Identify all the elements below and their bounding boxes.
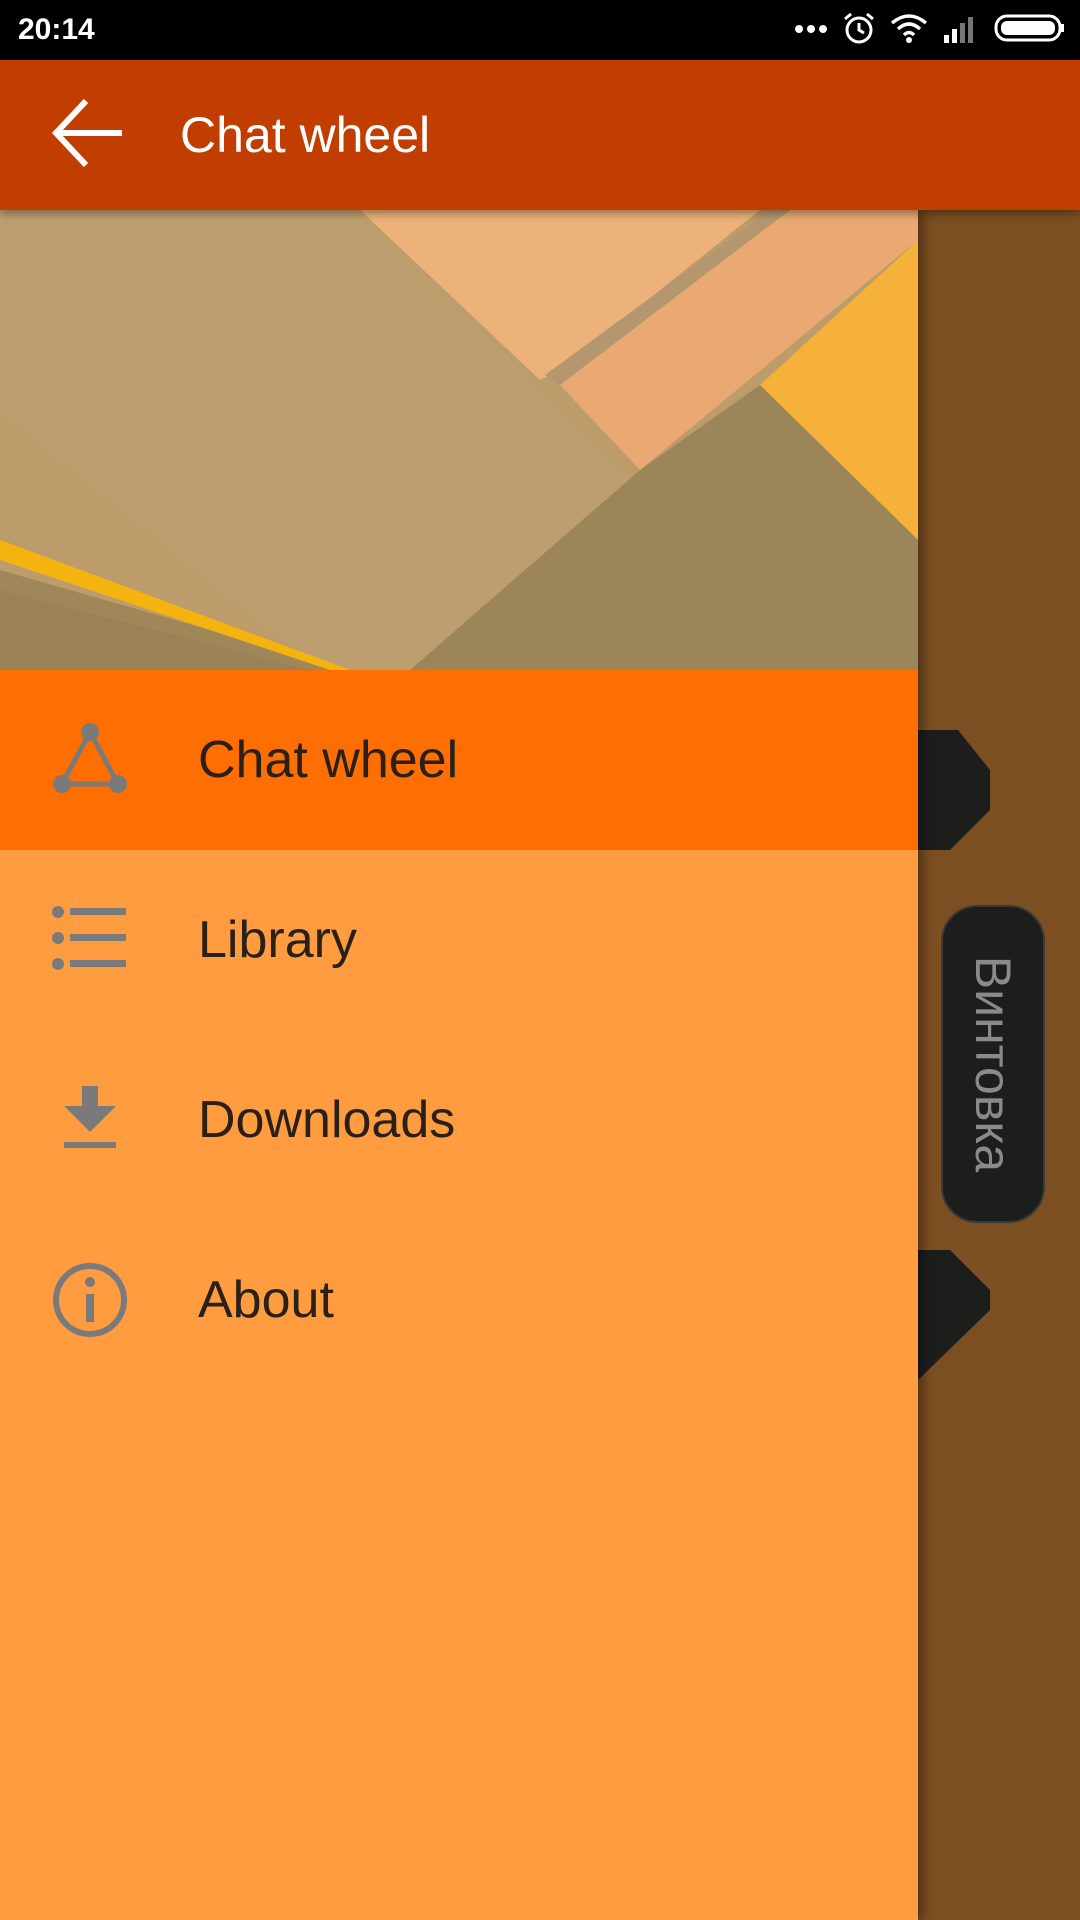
- alarm-icon: [842, 11, 876, 50]
- battery-icon: [994, 13, 1066, 48]
- arrow-back-icon: [48, 93, 128, 178]
- info-icon: [50, 1260, 130, 1340]
- status-time: 20:14: [18, 13, 95, 46]
- status-bar: 20:14: [0, 0, 1080, 60]
- back-button[interactable]: [38, 97, 138, 173]
- list-icon: [50, 900, 130, 980]
- navigation-drawer: Chat wheel Library Downloads About: [0, 210, 918, 1920]
- app-title: Chat wheel: [180, 107, 431, 163]
- menu-item-label: Downloads: [198, 1091, 456, 1149]
- drawer-header-image: [0, 210, 918, 670]
- app-bar: Chat wheel: [0, 60, 1080, 210]
- background-tab[interactable]: Винтовка: [941, 905, 1045, 1223]
- menu-item-label: About: [198, 1271, 334, 1329]
- menu-item-label: Chat wheel: [198, 731, 459, 789]
- menu-item-about[interactable]: About: [0, 1210, 918, 1390]
- menu-item-label: Library: [198, 911, 357, 969]
- menu-item-chat-wheel[interactable]: Chat wheel: [0, 670, 918, 850]
- drawer-menu: Chat wheel Library Downloads About: [0, 670, 918, 1390]
- menu-item-library[interactable]: Library: [0, 850, 918, 1030]
- wifi-icon: [890, 13, 928, 48]
- signal-icon: [942, 13, 980, 48]
- background-tab-label: Винтовка: [965, 955, 1021, 1173]
- more-dots-icon: [794, 21, 828, 39]
- menu-item-downloads[interactable]: Downloads: [0, 1030, 918, 1210]
- triangle-nodes-icon: [50, 720, 130, 800]
- status-icons: [780, 10, 1066, 50]
- download-icon: [50, 1080, 130, 1160]
